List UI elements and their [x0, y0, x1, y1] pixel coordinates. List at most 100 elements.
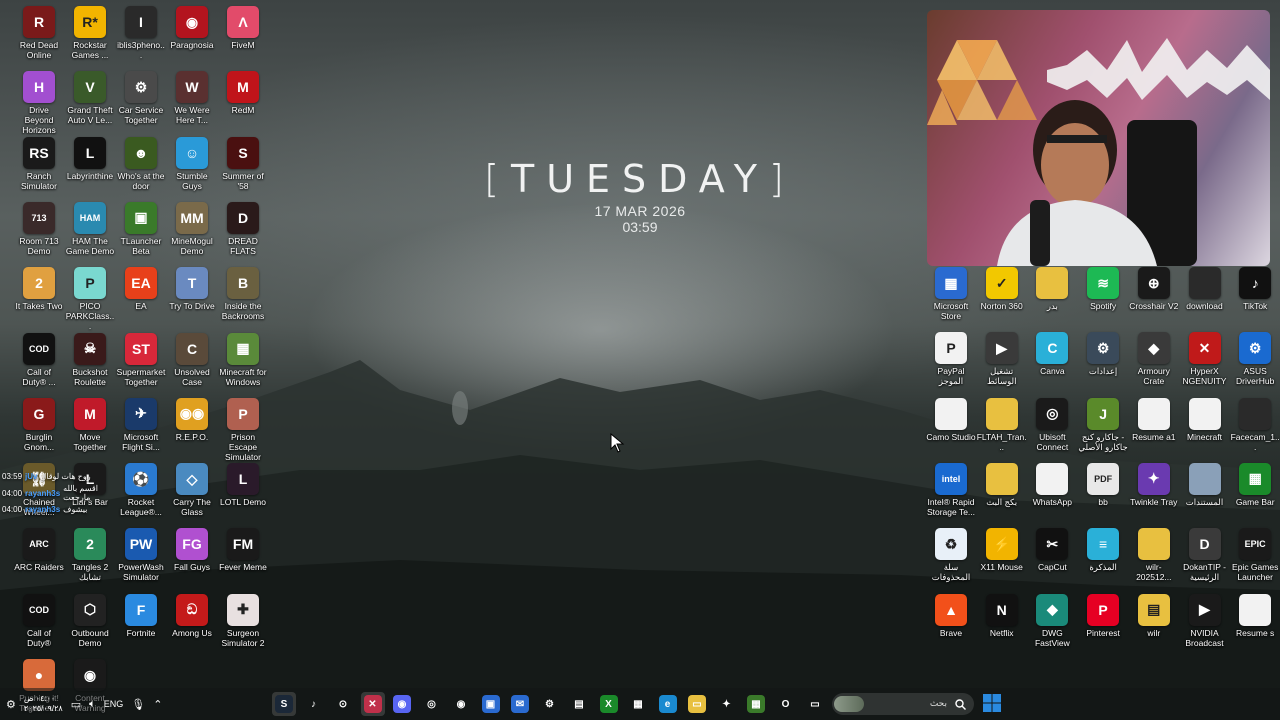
desktop-shortcut[interactable]: H Drive Beyond Horizons	[14, 71, 64, 135]
taskbar-search[interactable]: بحث	[832, 693, 974, 715]
desktop-shortcut[interactable]: M Move Together	[65, 397, 115, 452]
desktop-shortcut[interactable]: C Unsolved Case	[167, 332, 217, 387]
desktop-shortcut[interactable]: ▦ Microsoft Store	[926, 267, 976, 321]
desktop-shortcut[interactable]: G Burglin Gnom...	[14, 397, 64, 452]
desktop-shortcut[interactable]: ⚡ X11 Mouse	[977, 528, 1027, 572]
desktop-shortcut[interactable]: EA EA	[116, 267, 166, 311]
desktop-shortcut[interactable]: ♪ TikTok	[1230, 267, 1280, 311]
desktop-shortcut[interactable]: P Pinterest	[1078, 593, 1128, 638]
desktop-shortcut[interactable]: بكج البث	[977, 462, 1027, 507]
desktop-shortcut[interactable]: ▤ wilr	[1129, 593, 1179, 638]
desktop-shortcut[interactable]: Facecam_1...	[1230, 397, 1280, 452]
desktop-shortcut[interactable]: D DREAD FLATS	[218, 201, 268, 256]
desktop-shortcut[interactable]: ◎ Ubisoft Connect	[1027, 397, 1077, 452]
capture-icon[interactable]: ▤	[567, 692, 591, 716]
desktop-shortcut[interactable]: FLTAH_Tran...	[977, 397, 1027, 452]
battery-icon[interactable]: ▭	[71, 698, 81, 711]
desktop-shortcut[interactable]: RS Ranch Simulator	[14, 136, 64, 191]
desktop-shortcut[interactable]: ▦ Game Bar	[1230, 462, 1280, 507]
desktop-shortcut[interactable]: ARC ARC Raiders	[14, 528, 64, 572]
desktop-shortcut[interactable]: ▣ TLauncher Beta	[116, 201, 166, 256]
copilot-icon[interactable]: ✦	[715, 692, 739, 716]
microphone-icon[interactable]: 🎙︎	[131, 698, 145, 711]
desktop-shortcut[interactable]: W We Were Here T...	[167, 71, 217, 125]
edge-icon[interactable]: e	[656, 692, 680, 716]
store-tb-icon[interactable]: ▦	[626, 692, 650, 716]
desktop-shortcut[interactable]: V Grand Theft Auto V Le...	[65, 71, 115, 125]
desktop-shortcut[interactable]: Resume s	[1230, 593, 1280, 638]
desktop-shortcut[interactable]: 713 Room 713 Demo	[14, 201, 64, 256]
desktop-shortcut[interactable]: ⚙ ASUS DriverHub	[1230, 332, 1280, 386]
tiktok-tb-icon[interactable]: ♪	[302, 692, 326, 716]
notification-icon[interactable]: ⚙	[6, 698, 16, 711]
desktop-shortcut[interactable]: ⊕ Crosshair V2	[1129, 267, 1179, 311]
desktop-shortcut[interactable]: P PayPal الموجز	[926, 332, 976, 386]
windows-start-icon[interactable]	[983, 694, 1001, 712]
desktop-shortcut[interactable]: ✓ Norton 360	[977, 267, 1027, 311]
mail-icon[interactable]: ✉	[508, 692, 532, 716]
obs-icon[interactable]: ◉	[449, 692, 473, 716]
desktop-shortcut[interactable]: FG Fall Guys	[167, 528, 217, 572]
desktop-shortcut[interactable]: N Netflix	[977, 593, 1027, 638]
desktop-shortcut[interactable]: ▶ NVIDIA Broadcast	[1180, 593, 1230, 648]
desktop-shortcut[interactable]: ⚙ Car Service Together	[116, 71, 166, 125]
desktop-shortcut[interactable]: ▦ Minecraft for Windows	[218, 332, 268, 387]
photos-icon[interactable]: ▣	[479, 692, 503, 716]
desktop-shortcut[interactable]: PW PowerWash Simulator	[116, 528, 166, 582]
tray-clock[interactable]: ٠٤:٠٠ ص ٢٠٢٥/٠٩/٢٨	[24, 694, 63, 714]
desktop-shortcut[interactable]: ≋ Spotify	[1078, 267, 1128, 311]
desktop-shortcut[interactable]: COD Call of Duty® ...	[14, 332, 64, 387]
desktop-shortcut[interactable]: S Summer of '58	[218, 136, 268, 191]
desktop-shortcut[interactable]: D DokanTIP - الرئيسية	[1180, 528, 1230, 582]
desktop-shortcut[interactable]: Λ FiveM	[218, 6, 268, 50]
settings-tb-icon[interactable]: ⚙	[538, 692, 562, 716]
desktop-shortcut[interactable]: R Red Dead Online	[14, 6, 64, 60]
desktop-shortcut[interactable]: ◉◉ R.E.P.O.	[167, 397, 217, 442]
desktop-shortcut[interactable]: Camo Studio	[926, 397, 976, 442]
desktop-shortcut[interactable]: intel Intel® Rapid Storage Te...	[926, 462, 976, 517]
desktop-shortcut[interactable]: PPrison Escape Simulator D...	[218, 397, 268, 472]
desktop-shortcut[interactable]: PDF bb	[1078, 462, 1128, 507]
desktop-shortcut[interactable]: ST Supermarket Together	[116, 332, 166, 387]
desktop-shortcut[interactable]: WhatsApp	[1027, 462, 1077, 507]
desktop-shortcut[interactable]: ⚽ Rocket League®...	[116, 463, 166, 517]
xbox-icon[interactable]: X	[597, 692, 621, 716]
file-explorer-icon[interactable]: ▭	[685, 692, 709, 716]
desktop-shortcut[interactable]: T Try To Drive	[167, 267, 217, 311]
opera-icon[interactable]: O	[774, 692, 798, 716]
close-app-icon[interactable]: ✕	[360, 692, 385, 716]
desktop-shortcut[interactable]: ✦ Twinkle Tray	[1129, 462, 1179, 507]
chevron-up-icon[interactable]: ⌃	[153, 698, 162, 711]
desktop-shortcut[interactable]: المستندات	[1180, 462, 1230, 507]
desktop-shortcut[interactable]: M RedM	[218, 71, 268, 115]
desktop-shortcut[interactable]: FM Fever Meme	[218, 528, 268, 572]
desktop-shortcut[interactable]: 2 Tangles 2 تشابك	[65, 528, 115, 582]
volume-icon[interactable]: 🔈︎	[89, 697, 96, 711]
desktop-shortcut[interactable]: wilr-202512...	[1129, 528, 1179, 582]
desktop-shortcut[interactable]: ✈ Microsoft Flight Si...	[116, 397, 166, 452]
desktop-shortcut[interactable]: ◉ Paragnosia	[167, 6, 217, 50]
desktop-shortcut[interactable]: B Inside the Backrooms	[218, 267, 268, 321]
desktop-shortcut[interactable]: download	[1180, 267, 1230, 311]
desktop-shortcut[interactable]: ✕ HyperX NGENUITY	[1180, 332, 1230, 386]
desktop-shortcut[interactable]: ඞ Among Us	[167, 593, 217, 638]
desktop-shortcut[interactable]: L Labyrinthine	[65, 136, 115, 181]
desktop-shortcut[interactable]: ☻ Who's at the door	[116, 136, 166, 191]
desktop-shortcut[interactable]: ✚ Surgeon Simulator 2	[218, 593, 268, 648]
desktop-shortcut[interactable]: ✂ CapCut	[1027, 528, 1077, 572]
desktop-shortcut[interactable]: ▲ Brave	[926, 593, 976, 638]
desktop-shortcut[interactable]: ≡ المذكرة	[1078, 528, 1128, 572]
desktop-shortcut[interactable]: ⬡ Outbound Demo	[65, 593, 115, 648]
desktop-shortcut[interactable]: ☠ Buckshot Roulette	[65, 332, 115, 387]
desktop-shortcut[interactable]: Minecraft	[1180, 397, 1230, 442]
desktop-shortcut[interactable]: بدر	[1027, 267, 1077, 311]
desktop-shortcut[interactable]: Iiblis3pheno...	[116, 6, 166, 60]
desktop-shortcut[interactable]: ◇ Carry The Glass	[167, 463, 217, 517]
desktop-shortcut[interactable]: R* Rockstar Games ...	[65, 6, 115, 60]
desktop-shortcut[interactable]: ◆ Armoury Crate	[1129, 332, 1179, 386]
desktop-shortcut[interactable]: ◆ DWG FastView	[1027, 593, 1077, 648]
desktop-shortcut[interactable]: ♻ سلة المحذوفات	[926, 528, 976, 582]
desktop-shortcut[interactable]: J جاكارو كنج - جاكارو الأصلي	[1078, 397, 1128, 452]
chrome-icon[interactable]: ◎	[420, 692, 444, 716]
desktop-shortcut[interactable]: L LOTL Demo	[218, 463, 268, 507]
